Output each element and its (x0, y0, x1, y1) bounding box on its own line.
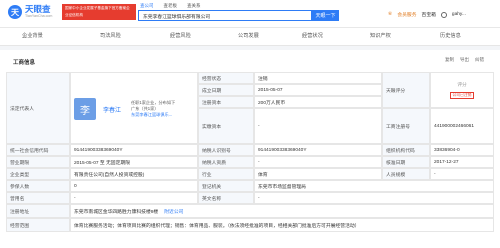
insured-value: 0 (70, 180, 198, 192)
section-actions: 复制 导出 纠错 (445, 57, 484, 63)
rep-company-link[interactable]: 东莞李春江篮球俱乐... (131, 112, 175, 118)
credit-code-value: 91441900338369040Y (70, 144, 198, 156)
regno-label: 工商注册号 (382, 108, 430, 144)
taxpayer-value: - (254, 156, 382, 168)
logo[interactable]: 天 天眼查 TianYanCha.com (8, 5, 52, 19)
capital-value: 200万人民币 (254, 96, 382, 108)
score-value: 评分 (457, 83, 467, 88)
score-cell: 评分 公司已注销 (430, 72, 494, 108)
tab-development[interactable]: 公司发展 (238, 28, 259, 46)
industry-value: 体育 (254, 168, 382, 180)
address-value: 东莞市南城区金华四路胜力康科技楼9楼 (74, 209, 159, 215)
credit-code-label: 统一社会信用代码 (6, 144, 70, 156)
search-button[interactable]: 天眼一下 (312, 10, 339, 21)
business-info-section: 工商信息 复制 导出 纠错 法定代表人 李 李春江 任职1家企业，分布如下 广东… (0, 50, 500, 248)
rep-label: 法定代表人 (6, 72, 70, 144)
rep-name[interactable]: 李春江 (103, 105, 121, 114)
user-menu[interactable]: gahy... (452, 12, 466, 17)
top-header: 天 天眼查 TianYanCha.com 国家中小企业发展子基金旗下官方备案企业… (0, 0, 500, 28)
term-label: 营业期限 (6, 156, 70, 168)
company-cert-tag: 公司已注销 (449, 92, 475, 99)
authority-value: 东莞市市场监督管理局 (254, 180, 494, 192)
logo-mark: 天 (8, 5, 22, 19)
status-label: 经营状态 (198, 72, 254, 84)
search-tab-boss[interactable]: 查老板 (164, 3, 178, 9)
vip-service-link[interactable]: 会员服务 (397, 11, 416, 18)
staff-size-label: 人员规模 (382, 168, 430, 180)
search-type-tabs: 查公司 查老板 查关系 (140, 3, 201, 9)
search-tab-company[interactable]: 查公司 (140, 3, 154, 9)
former-name-label: 曾用名 (6, 192, 70, 204)
avatar: 李 (74, 98, 96, 120)
type-label: 企业类型 (6, 168, 70, 180)
regno-value: 441900002466061 (430, 108, 494, 144)
status-value: 注销 (254, 72, 382, 84)
copy-button[interactable]: 复制 (445, 57, 454, 63)
insured-label: 参保人数 (6, 180, 70, 192)
promo-banner[interactable]: 国家中小企业发展子基金旗下官方备案企业征信机构 (62, 4, 136, 20)
org-code-value: 33836904-0 (430, 144, 494, 156)
nearby-companies-link[interactable]: 附近公司 (164, 208, 183, 215)
address-cell: 东莞市南城区金华四路胜力康科技楼9楼 附近公司 (70, 204, 494, 218)
tax-id-label: 纳税人识别号 (198, 144, 254, 156)
authority-label: 登记机关 (198, 180, 254, 192)
tax-id-value: 91441900338369040Y (254, 144, 382, 156)
search-input[interactable]: 东莞李春江篮球俱乐部有限公司 (138, 10, 312, 21)
approve-date-value: 2017-12-27 (430, 156, 494, 168)
capital-label: 注册资本 (198, 96, 254, 108)
org-code-label: 组织机构代码 (382, 144, 430, 156)
vip-badge-icon: ⑥ (388, 12, 393, 17)
address-label: 注册地址 (6, 204, 70, 218)
english-name-label: 英文名称 (198, 192, 254, 204)
found-date-value: 2015-05-07 (254, 84, 382, 96)
report-error-button[interactable]: 纠错 (475, 57, 484, 63)
paid-capital-value: - (254, 108, 382, 144)
found-date-label: 成立日期 (198, 84, 254, 96)
score-label: 天眼评分 (382, 72, 430, 108)
industry-label: 行业 (198, 168, 254, 180)
english-name-value: - (254, 192, 494, 204)
taxpayer-label: 纳税人资质 (198, 156, 254, 168)
scope-value: 体育比赛服务活动；体育项目比赛的组织代理；销售：体育用品、服装。（依法须经批准的… (70, 218, 494, 232)
tab-ip[interactable]: 知识产权 (370, 28, 391, 46)
staff-size-value: - (430, 168, 494, 180)
section-title: 工商信息 (13, 60, 36, 66)
app-link[interactable]: 百宝箱 (422, 11, 436, 18)
export-button[interactable]: 导出 (460, 57, 469, 63)
search-tab-relation[interactable]: 查关系 (187, 3, 201, 9)
former-name-value: - (70, 192, 198, 204)
logo-url: TianYanCha.com (25, 13, 53, 18)
scope-label: 经营范围 (6, 218, 70, 232)
info-table: 法定代表人 李 李春江 任职1家企业，分布如下 广东（共1家） 东莞李春江篮球俱… (6, 72, 494, 248)
section-nav: 企业背景 19 司法风险 经营风险 2 公司发展 经营状况 2 知识产权 历史信… (0, 28, 500, 46)
bell-icon[interactable] (440, 11, 447, 18)
tab-history[interactable]: 历史信息 (440, 28, 461, 46)
type-value: 有限责任公司(自然人投资或控股) (70, 168, 198, 180)
header-right: ⑥ 会员服务 百宝箱 gahy... (388, 11, 466, 18)
approve-date-label: 核准日期 (382, 156, 430, 168)
paid-capital-label: 实缴资本 (198, 108, 254, 144)
tab-judicial-risk[interactable]: 司法风险 (100, 28, 121, 46)
logo-name: 天眼查 (25, 4, 51, 15)
legal-rep: 李 李春江 任职1家企业，分布如下 广东（共1家） 东莞李春江篮球俱乐... (70, 72, 198, 144)
term-value: 2015-05-07 至 无固定期限 (70, 156, 198, 168)
